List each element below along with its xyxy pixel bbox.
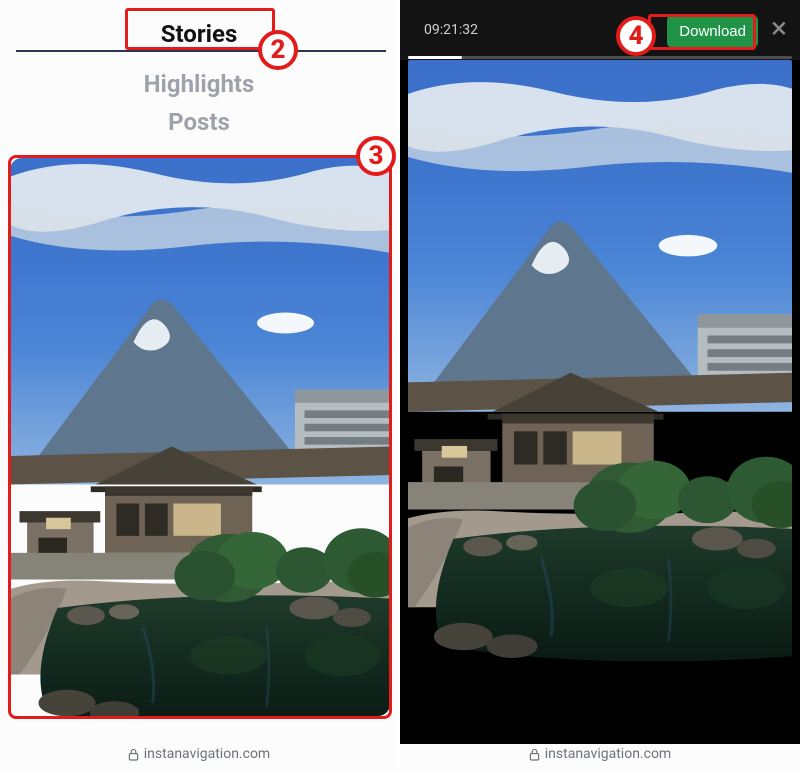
screenshot-right: Stories Highlights 09:21:32 Download × i…	[400, 0, 800, 772]
tab-underline	[16, 50, 386, 52]
screenshot-left: Stories Highlights Posts instanavigation…	[0, 0, 398, 772]
story-timestamp: 09:21:32	[424, 22, 478, 38]
lock-icon	[529, 748, 540, 761]
download-button[interactable]: Download	[667, 16, 758, 47]
url-bar-left: instanavigation.com	[0, 746, 398, 762]
step-badge-2: 2	[258, 30, 298, 70]
url-bar-right: instanavigation.com	[400, 746, 800, 762]
close-icon[interactable]: ×	[766, 18, 792, 44]
story-image	[10, 158, 390, 716]
tab-stories[interactable]: Stories	[161, 16, 238, 52]
story-progress-bar	[408, 56, 792, 59]
tab-posts[interactable]: Posts	[168, 104, 230, 140]
step-badge-4: 4	[616, 16, 656, 56]
story-thumbnail[interactable]	[10, 158, 390, 716]
story-viewer: Stories Highlights 09:21:32 Download ×	[400, 0, 800, 744]
tabs-bar: Stories Highlights Posts	[0, 0, 398, 140]
lock-icon	[128, 748, 139, 761]
url-text: instanavigation.com	[545, 746, 671, 762]
story-viewer-image[interactable]	[408, 60, 792, 744]
tab-highlights[interactable]: Highlights	[144, 66, 255, 102]
story-progress-fill	[408, 56, 462, 59]
step-badge-3: 3	[356, 136, 396, 176]
url-text: instanavigation.com	[144, 746, 270, 762]
story-full-image	[408, 60, 792, 744]
